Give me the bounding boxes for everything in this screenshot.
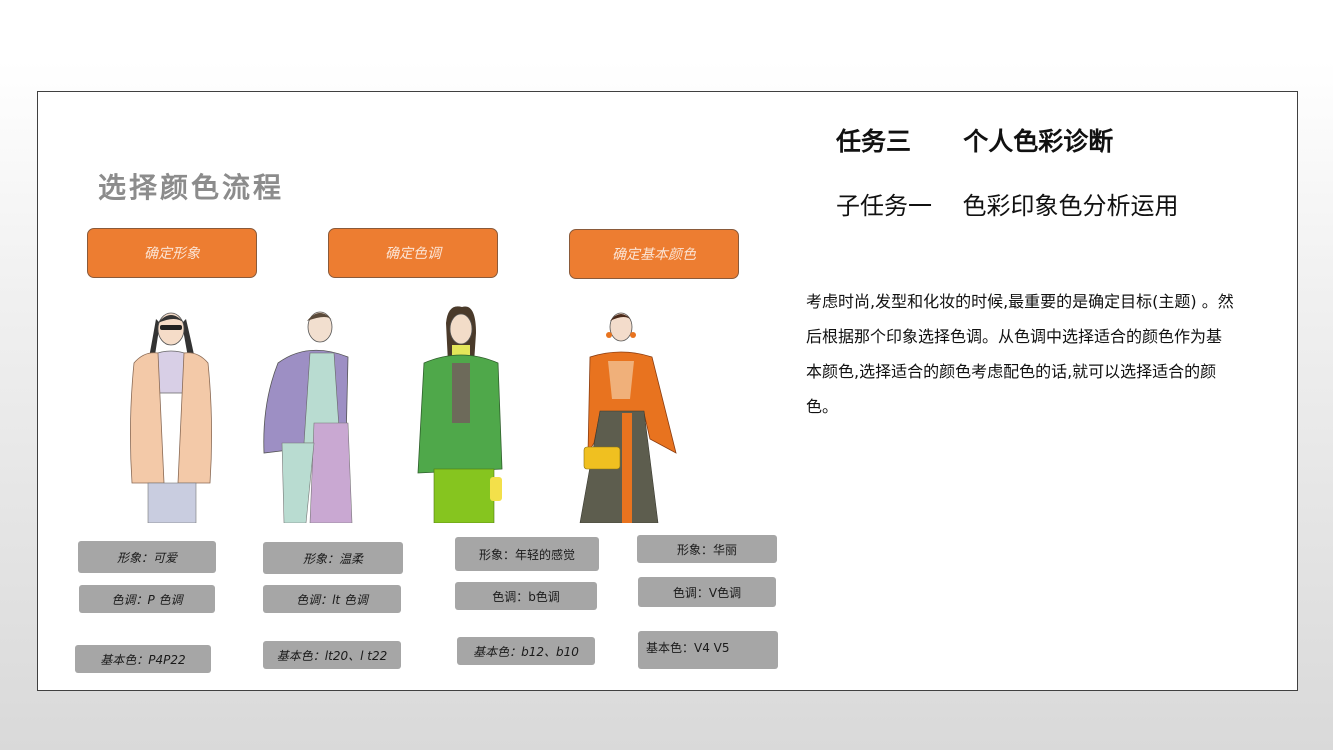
- step-panel: 确定形象 确定色调 确定基本颜色: [62, 207, 788, 303]
- image-tag-gentle: 形象：温柔: [263, 542, 403, 574]
- base-color-tag-p: 基本色：P4P22: [75, 645, 211, 673]
- tone-tag-b: 色调：b色调: [455, 582, 597, 610]
- fashion-illustrations-svg: [130, 306, 677, 524]
- image-tag-cute: 形象：可爱: [78, 541, 216, 573]
- figure-gorgeous: [579, 312, 677, 524]
- image-tag-gorgeous: 形象：华丽: [637, 535, 777, 563]
- tone-tag-p: 色调：P 色调: [79, 585, 215, 613]
- base-color-tag-v: 基本色：V4 V5: [638, 631, 778, 669]
- base-color-tag-b: 基本色：b12、b10: [457, 637, 595, 665]
- tone-tag-lt: 色调：lt 色调: [263, 585, 401, 613]
- tag-panel: 形象：可爱 色调：P 色调 基本色：P4P22 形象：温柔 色调：lt 色调 基…: [44, 523, 826, 689]
- step-button-image[interactable]: 确定形象: [87, 228, 257, 278]
- task-title: 任务三 个人色彩诊断: [836, 127, 1114, 156]
- fashion-illustrations: [78, 303, 738, 524]
- figure-youthful: [417, 306, 503, 524]
- process-title: 选择颜色流程: [98, 171, 285, 204]
- image-tag-youthful: 形象：年轻的感觉: [455, 537, 599, 571]
- figure-gentle: [263, 311, 353, 524]
- step-button-base-color[interactable]: 确定基本颜色: [569, 229, 739, 279]
- base-color-tag-lt: 基本色：lt20、l t22: [263, 641, 401, 669]
- tone-tag-v: 色调：V色调: [638, 577, 776, 607]
- figure-cute: [130, 312, 212, 524]
- subtask-title: 子任务一 色彩印象色分析运用: [836, 192, 1179, 220]
- description-text: 考虑时尚,发型和化妆的时候,最重要的是确定目标(主题) 。然后根据那个印象选择色…: [806, 292, 1234, 416]
- step-button-tone[interactable]: 确定色调: [328, 228, 498, 278]
